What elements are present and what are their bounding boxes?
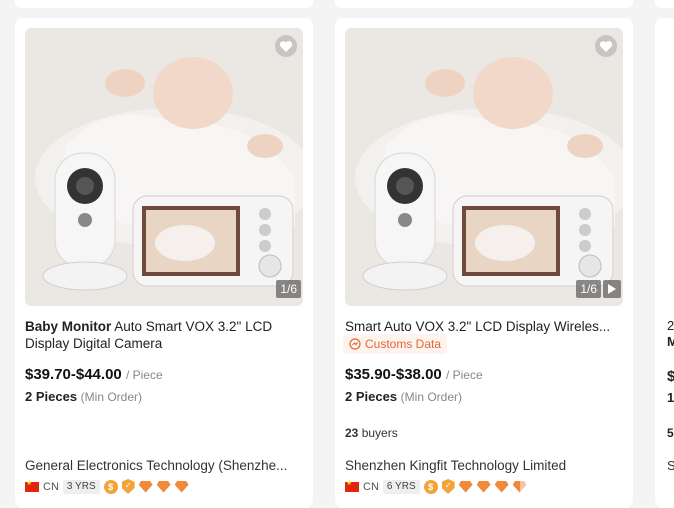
product-photo bbox=[25, 28, 303, 306]
cn-flag-icon bbox=[25, 479, 39, 492]
customs-data-label: Customs Data bbox=[365, 337, 442, 351]
supplier-badges: CN 3 YRS $ ✓ bbox=[25, 479, 189, 494]
video-button[interactable] bbox=[603, 280, 621, 298]
buyers-label: buyers bbox=[361, 426, 398, 440]
coin-icon: $ bbox=[423, 479, 438, 494]
product-title[interactable]: Baby Monitor Auto Smart VOX 3.2" LCD Dis… bbox=[25, 318, 300, 352]
min-order-value: 2 Pieces bbox=[25, 389, 78, 404]
heart-icon bbox=[279, 40, 293, 52]
diamond-icon bbox=[476, 480, 491, 493]
customs-icon bbox=[349, 338, 361, 350]
diamond-icon bbox=[156, 480, 171, 493]
image-counter: 1/6 bbox=[276, 280, 301, 298]
country-code: CN bbox=[43, 480, 59, 493]
prev-row-card-edge bbox=[15, 0, 313, 8]
supplier-name[interactable]: Shenzhen Kingfit Technology Limited bbox=[345, 458, 621, 473]
heart-icon bbox=[599, 40, 613, 52]
product-title-keyword: Baby Monitor bbox=[25, 319, 112, 334]
diamond-icon bbox=[174, 480, 189, 493]
play-icon bbox=[608, 284, 616, 294]
min-order: 2 Pieces (Min Order) bbox=[345, 389, 462, 404]
diamond-icon bbox=[138, 480, 153, 493]
diamond-icon bbox=[494, 480, 509, 493]
partial-supplier: S bbox=[667, 458, 674, 473]
min-order-label: (Min Order) bbox=[80, 390, 143, 404]
price: $39.70-$44.00 / Piece bbox=[25, 366, 163, 383]
product-card[interactable]: 1/6 Smart Auto VOX 3.2" LCD Display Wire… bbox=[335, 18, 633, 508]
image-counter: 1/6 bbox=[576, 280, 601, 298]
coin-icon: $ bbox=[103, 479, 118, 494]
partial-price: $ bbox=[667, 368, 674, 385]
favorite-button[interactable] bbox=[275, 35, 297, 57]
years-badge: 6 YRS bbox=[382, 479, 420, 494]
supplier-name[interactable]: General Electronics Technology (Shenzhe.… bbox=[25, 458, 301, 473]
favorite-button[interactable] bbox=[595, 35, 617, 57]
prev-row-card-edge bbox=[335, 0, 633, 8]
diamond-half-icon bbox=[512, 480, 527, 493]
cn-flag-icon bbox=[345, 479, 359, 492]
shield-icon: ✓ bbox=[121, 479, 135, 494]
buyers-count: 23 buyers bbox=[345, 426, 398, 440]
partial-moq: 1 bbox=[667, 390, 674, 405]
price: $35.90-$38.00 / Piece bbox=[345, 366, 483, 383]
country-code: CN bbox=[363, 480, 379, 493]
price-range: $39.70-$44.00 bbox=[25, 366, 122, 383]
min-order-label: (Min Order) bbox=[400, 390, 463, 404]
min-order-value: 2 Pieces bbox=[345, 389, 398, 404]
shield-icon: ✓ bbox=[441, 479, 455, 494]
partial-buyers: 5 bbox=[667, 426, 674, 440]
product-title[interactable]: Smart Auto VOX 3.2" LCD Display Wireles.… bbox=[345, 318, 620, 335]
product-image[interactable]: 1/6 bbox=[25, 28, 303, 306]
partial-title-1: 2 bbox=[667, 318, 674, 333]
price-unit: / Piece bbox=[445, 368, 483, 382]
partial-title-2: M bbox=[667, 334, 674, 349]
product-photo bbox=[345, 28, 623, 306]
prev-row-card-edge bbox=[655, 0, 674, 8]
customs-data-tag[interactable]: Customs Data bbox=[343, 334, 448, 354]
years-badge: 3 YRS bbox=[62, 479, 100, 494]
min-order: 2 Pieces (Min Order) bbox=[25, 389, 142, 404]
product-image[interactable]: 1/6 bbox=[345, 28, 623, 306]
supplier-badges: CN 6 YRS $ ✓ bbox=[345, 479, 527, 494]
product-card[interactable]: 1/6 Baby Monitor Auto Smart VOX 3.2" LCD… bbox=[15, 18, 313, 508]
product-card-partial[interactable]: 2 M $ 1 5 S bbox=[655, 18, 674, 508]
buyers-number: 23 bbox=[345, 426, 359, 440]
price-range: $35.90-$38.00 bbox=[345, 366, 442, 383]
price-unit: / Piece bbox=[125, 368, 163, 382]
diamond-icon bbox=[458, 480, 473, 493]
